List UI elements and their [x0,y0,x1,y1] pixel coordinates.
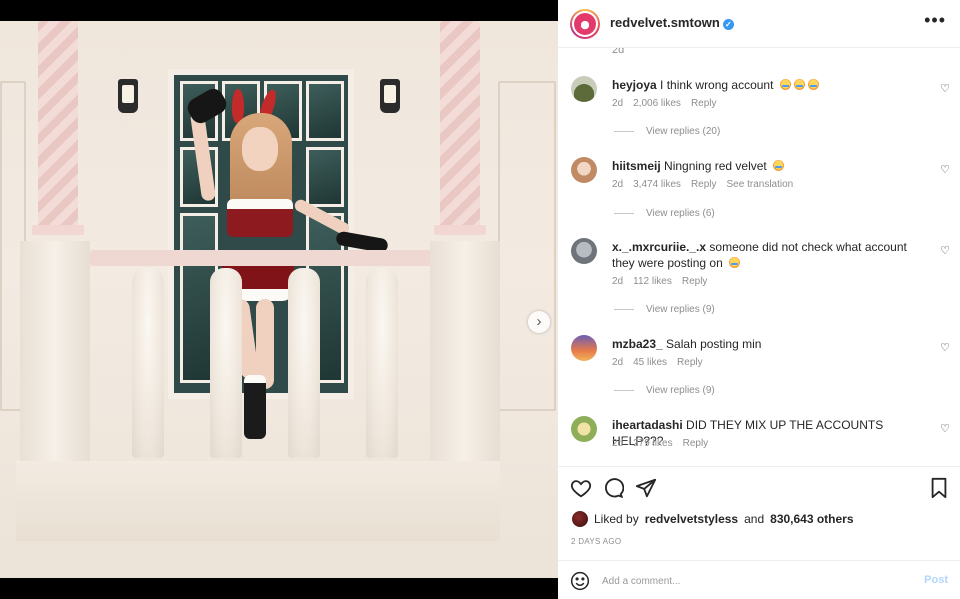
balcony-rail [90,250,432,266]
reply-button[interactable]: Reply [682,276,708,287]
commenter-username[interactable]: mzba23_ [612,337,663,351]
comment-like-heart-icon[interactable]: ♡ [940,163,950,176]
comment-like-heart-icon[interactable]: ♡ [940,341,950,354]
liked-by-summary: Liked by redvelvetstyless and 830,643 ot… [572,511,854,527]
add-comment-bar: Post [558,560,960,599]
reply-button[interactable]: Reply [691,179,717,190]
view-replies-label[interactable]: View replies (6) [646,208,715,219]
next-image-button[interactable]: › [528,311,550,333]
comments-list: 2d heyjoya I think wrong account 2d 2,00… [558,48,960,466]
balcony-post-left [20,241,90,471]
pillar-right [440,21,480,231]
comment-meta: 2d 112 likes Reply [612,276,707,287]
liked-by-and: and [744,512,765,526]
post-sidebar: redvelvet.smtown ✓ ••• 2d heyjoya I think… [558,0,960,599]
instagram-post-modal: › redvelvet.smtown✓ ••• 2d heyjoya I th [0,0,960,599]
comment-bubble-icon[interactable] [602,477,624,499]
view-replies-button[interactable]: View replies (20) [614,126,720,137]
comment-meta: 2d 3,474 likes Reply See translation [612,179,793,190]
view-replies-button[interactable]: View replies (6) [614,208,715,219]
comment-meta: 2d 45 likes Reply [612,357,703,368]
comment-likes[interactable]: 2,006 likes [633,98,681,109]
reply-button[interactable]: Reply [677,357,703,368]
wall-lamp-left [118,79,138,113]
comment-meta: 2d 279 likes Reply [612,438,708,449]
floor [0,541,558,578]
comment-likes[interactable]: 112 likes [633,276,672,287]
comment-likes[interactable]: 45 likes [633,357,667,368]
reply-button[interactable]: Reply [683,438,709,449]
liked-by-prefix: Liked by [594,512,639,526]
commenter-avatar[interactable] [571,76,597,102]
commenter-username[interactable]: x._.mxrcuriie._.x [612,240,706,254]
pillar-cap-right [434,225,486,235]
baluster [366,268,398,458]
baluster [132,268,164,458]
commenter-avatar[interactable] [571,416,597,442]
comment-likes[interactable]: 3,474 likes [633,179,681,190]
comment-like-heart-icon[interactable]: ♡ [940,244,950,257]
comment-time: 2d [612,438,624,449]
view-replies-button[interactable]: View replies (9) [614,304,715,315]
post-date[interactable]: 2 DAYS AGO [571,537,621,546]
see-translation-button[interactable]: See translation [727,179,794,190]
like-heart-icon[interactable] [570,477,592,499]
comment-text: heyjoya I think wrong account [612,77,912,93]
baluster [210,268,242,458]
view-replies-label[interactable]: View replies (20) [646,126,720,137]
account-username-text[interactable]: redvelvet.smtown [610,15,720,30]
comment-like-heart-icon[interactable]: ♡ [940,422,950,435]
post-actions: Liked by redvelvetstyless and 830,643 ot… [558,466,960,560]
comment-time: 2d [612,357,624,368]
commenter-username[interactable]: hiitsmeij [612,159,661,173]
post-header: redvelvet.smtown ✓ ••• [558,0,960,48]
comment-text: mzba23_ Salah posting min [612,336,912,352]
liked-by-others[interactable]: 830,643 others [770,512,853,526]
commenter-username[interactable]: iheartadashi [612,418,683,432]
account-avatar[interactable] [570,9,600,39]
crying-emoji-icon [807,79,819,90]
save-bookmark-icon[interactable] [928,477,950,499]
comment-time: 2d [612,276,624,287]
comment-text: hiitsmeij Ningning red velvet [612,158,912,174]
comment-time: 2d [612,179,624,190]
comment-meta: 2d 2,006 likes Reply [612,98,717,109]
comment-input[interactable] [602,571,902,591]
wall-panel-right [498,81,556,411]
crying-emoji-icon [729,257,741,268]
post-comment-button[interactable]: Post [924,574,948,586]
post-image: › [0,21,558,578]
view-replies-button[interactable]: View replies (9) [614,385,715,396]
comment-time: 2d [612,48,625,56]
share-paper-plane-icon[interactable] [635,477,657,499]
comment-body: I think wrong account [660,78,774,92]
comment-body: Salah posting min [666,337,762,351]
comment-like-heart-icon[interactable]: ♡ [940,82,950,95]
view-replies-label[interactable]: View replies (9) [646,385,715,396]
liked-by-avatar[interactable] [572,511,588,527]
more-options-icon[interactable]: ••• [924,10,946,31]
commenter-avatar[interactable] [571,335,597,361]
crying-emoji-icon [793,79,805,90]
commenter-avatar[interactable] [571,157,597,183]
liked-by-username[interactable]: redvelvetstyless [645,512,738,526]
verified-badge-icon: ✓ [722,19,734,30]
baluster [288,268,320,458]
comment-likes[interactable]: 279 likes [633,438,672,449]
commenter-username[interactable]: heyjoya [612,78,657,92]
comment-text: x._.mxrcuriie._.x someone did not check … [612,239,912,271]
comment-time: 2d [612,98,624,109]
wall-lamp-right [380,79,400,113]
account-username[interactable]: redvelvet.smtown ✓ [610,15,734,30]
commenter-avatar[interactable] [571,238,597,264]
pillar-cap-left [32,225,84,235]
crying-emoji-icon [779,79,791,90]
crying-emoji-icon [773,160,785,171]
view-replies-label[interactable]: View replies (9) [646,304,715,315]
pillar-left [38,21,78,231]
emoji-smiley-icon[interactable] [570,571,590,591]
balcony-post-right [430,241,500,471]
comment-body: Ningning red velvet [664,159,767,173]
reply-button[interactable]: Reply [691,98,717,109]
